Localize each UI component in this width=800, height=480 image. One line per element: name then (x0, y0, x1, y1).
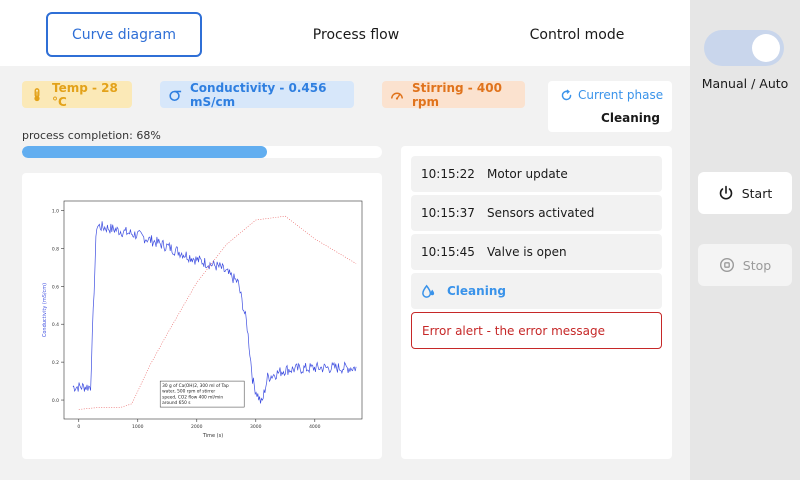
stop-label: Stop (742, 257, 772, 273)
toggle-knob (752, 34, 780, 62)
start-label: Start (741, 185, 773, 201)
tab-control-mode[interactable]: Control mode (500, 12, 654, 57)
x-axis-label: Time (s) (202, 433, 223, 439)
thermometer-icon (34, 87, 40, 101)
water-drops-icon (422, 284, 435, 298)
refresh-icon (561, 88, 572, 100)
y-axis-label: Conductivity (mS/cm) (42, 283, 48, 337)
current-phase-header: Current phase (560, 88, 663, 102)
current-phase-value: Cleaning (601, 111, 660, 125)
mode-toggle[interactable] (704, 30, 784, 66)
conductivity-chart: 0.0 0.2 0.4 0.6 0.8 1.0 0 1000 2000 3000 4000 Time … (42, 200, 363, 439)
error-alert: Error alert - the error message (411, 312, 662, 349)
log-item: 10:15:22 Motor update (411, 156, 662, 192)
annotation-text: water, 500 rpm of stirrer (162, 389, 215, 395)
y-tick-label: 1.0 (52, 208, 59, 214)
annotation-text: around 650 s (162, 400, 191, 406)
log-phase-item: Cleaning (411, 273, 662, 309)
log-item: 10:15:45 Valve is open (411, 234, 662, 270)
log-text: Sensors activated (487, 206, 595, 220)
log-time: 10:15:45 (421, 245, 475, 259)
x-tick-label: 2000 (191, 424, 203, 430)
power-icon (719, 185, 732, 200)
conductivity-label: Conductivity - 0.456 mS/cm (190, 80, 327, 109)
event-log: 10:15:22 Motor update 10:15:37 Sensors a… (401, 146, 672, 459)
x-tick-label: 4000 (309, 424, 321, 430)
log-time: 10:15:37 (421, 206, 475, 220)
temperature-label: Temp - 28 °C (52, 80, 118, 109)
conductivity-status: Conductivity - 0.456 mS/cm (160, 80, 354, 109)
annotation-text: speed, CO2 flow 400 ml/min (162, 394, 223, 400)
x-tick-label: 3000 (250, 424, 262, 430)
mode-label: Manual / Auto (701, 76, 789, 91)
progress-bar (22, 146, 382, 158)
y-tick-label: 0.0 (52, 398, 59, 404)
sigma-icon (169, 90, 182, 101)
annotation-text: 30 g of Ca(OH)2, 300 ml of Tap (162, 383, 229, 389)
stirring-status: Stirring - 400 rpm (382, 80, 525, 109)
log-text: Motor update (487, 167, 568, 181)
log-time: 10:15:22 (421, 167, 475, 181)
stirring-label: Stirring - 400 rpm (412, 80, 502, 109)
y-tick-label: 0.6 (52, 284, 59, 290)
y-tick-label: 0.8 (52, 246, 59, 252)
log-text: Valve is open (487, 245, 567, 259)
log-phase-text: Cleaning (447, 284, 506, 298)
y-tick-label: 0.2 (52, 360, 59, 366)
stop-icon (719, 257, 734, 273)
control-panel: Manual / Auto Start Stop (690, 0, 800, 480)
temperature-status: Temp - 28 °C (22, 80, 132, 109)
current-phase-title: Current phase (578, 88, 664, 102)
progress-label: process completion: 68% (22, 129, 161, 142)
x-tick-label: 0 (77, 424, 80, 430)
tab-curve-diagram[interactable]: Curve diagram (46, 12, 202, 57)
progress-fill (22, 146, 267, 158)
y-tick-label: 0.4 (52, 322, 59, 328)
tab-bar: Curve diagram Process flow Control mode (0, 0, 690, 66)
tab-process-flow[interactable]: Process flow (280, 12, 432, 57)
start-button[interactable]: Start (698, 172, 792, 214)
gauge-icon (391, 92, 403, 100)
log-item: 10:15:37 Sensors activated (411, 195, 662, 231)
curve-chart-card: 0.0 0.2 0.4 0.6 0.8 1.0 0 1000 2000 3000 4000 Time … (22, 173, 382, 459)
stop-button[interactable]: Stop (698, 244, 792, 286)
x-tick-label: 1000 (132, 424, 144, 430)
current-phase-panel: Current phase Cleaning (548, 81, 672, 132)
